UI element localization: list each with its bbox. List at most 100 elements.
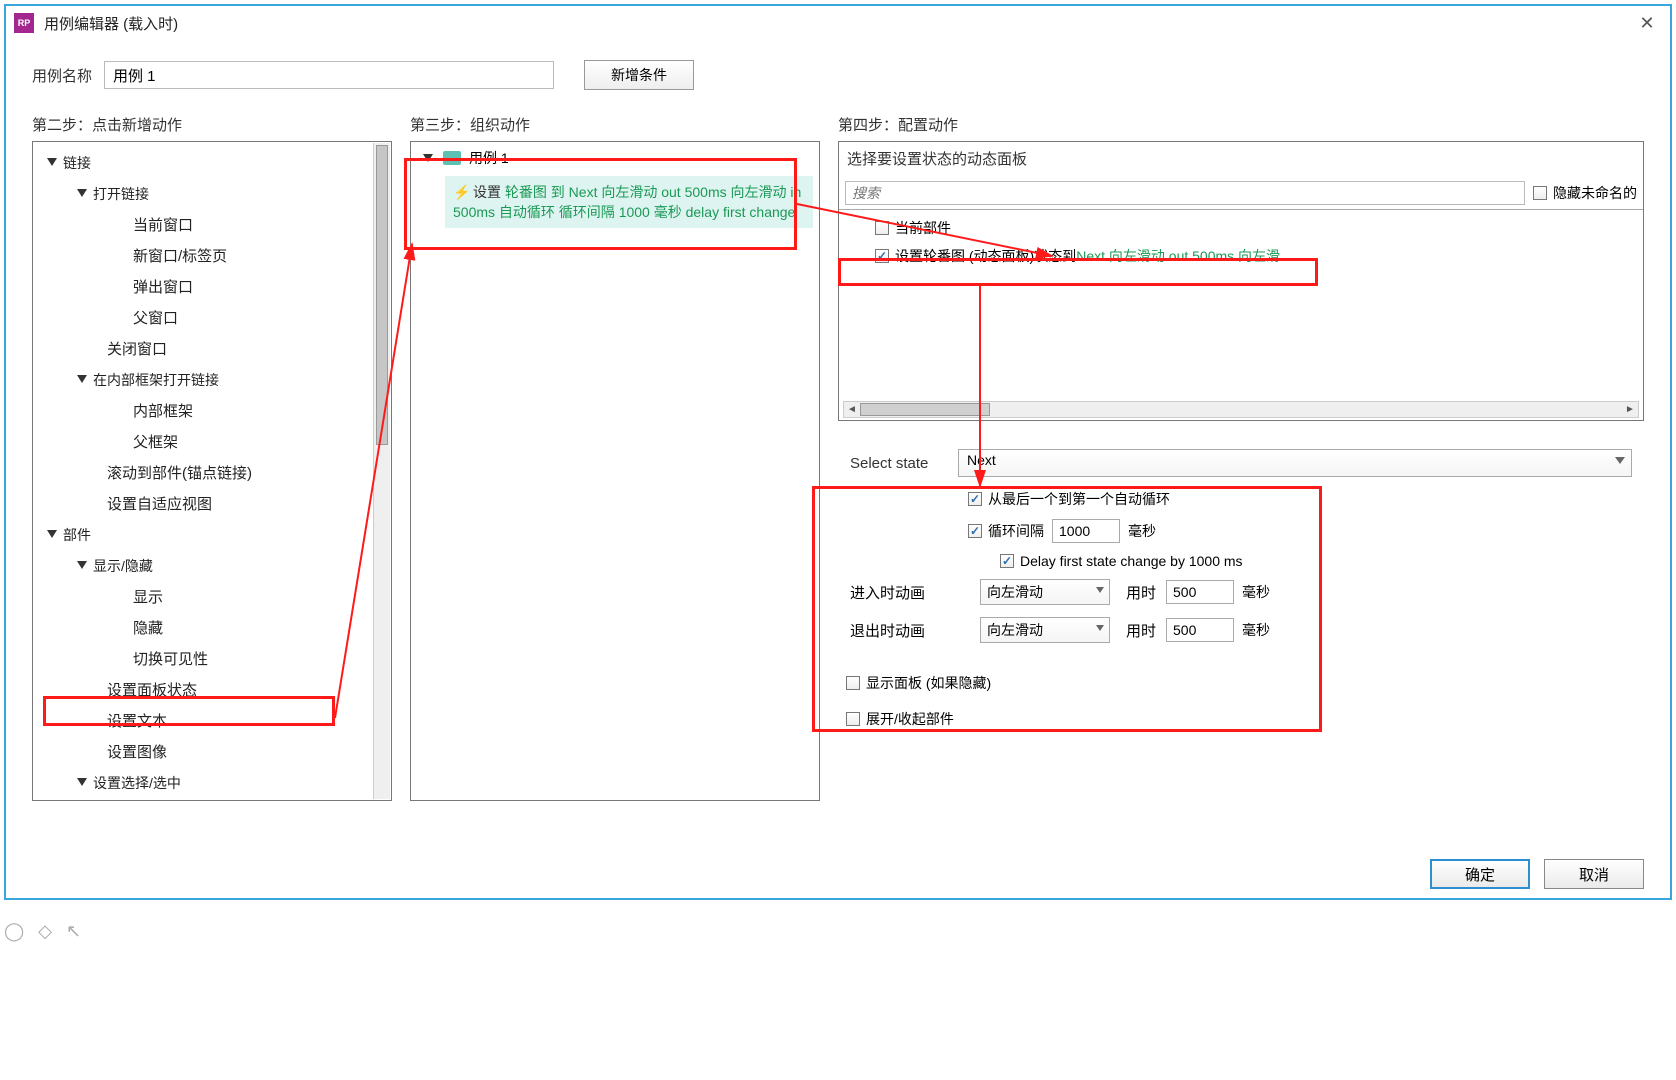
status-icon-1: ◯ — [4, 921, 24, 942]
show-if-hidden-line: 显示面板 (如果隐藏) — [846, 673, 1644, 693]
tree-show[interactable]: 显示 — [37, 582, 387, 613]
caret-down-icon — [47, 158, 57, 166]
chevron-down-icon — [1615, 457, 1625, 464]
row-checkbox[interactable] — [875, 221, 889, 235]
scroll-track[interactable] — [860, 402, 1622, 417]
organize-actions-panel: 用例 1 ⚡设置 轮番图 到 Next 向左滑动 out 500ms 向左滑动 … — [410, 141, 820, 801]
tree-set-selected[interactable]: 设置选择/选中 — [37, 768, 387, 799]
tree-set-panel-state[interactable]: 设置面板状态 — [37, 675, 387, 706]
tree-parent-frame[interactable]: 父框架 — [37, 427, 387, 458]
app-icon: RP — [14, 13, 34, 33]
dialog-window: RP 用例编辑器 (载入时) ✕ 用例名称 新增条件 第二步：点击新增动作 链接… — [4, 4, 1672, 900]
tree-current-window[interactable]: 当前窗口 — [37, 210, 387, 241]
search-input[interactable] — [845, 181, 1525, 205]
config-box: Select state Next 从最后一个到第一个自动循环 循环间隔 — [838, 439, 1644, 667]
tree-set-text[interactable]: 设置文本 — [37, 706, 387, 737]
time-out-label: 用时 — [1126, 620, 1156, 641]
close-icon[interactable]: ✕ — [1632, 13, 1662, 34]
scrollbar-thumb[interactable] — [376, 145, 388, 445]
animate-out-label: 退出时动画 — [850, 620, 980, 641]
scroll-right-icon[interactable]: ► — [1622, 402, 1638, 417]
panel-list-wrap: 选择要设置状态的动态面板 隐藏未命名的 当前部件 设置轮番图 ( — [838, 141, 1644, 421]
bolt-icon: ⚡ — [453, 182, 467, 202]
panel-heading: 选择要设置状态的动态面板 — [839, 142, 1643, 173]
step4-column: 第四步：配置动作 选择要设置状态的动态面板 隐藏未命名的 当前部件 — [838, 114, 1644, 801]
caret-down-icon — [77, 561, 87, 569]
ok-button[interactable]: 确定 — [1430, 859, 1530, 889]
case-label: 用例 1 — [469, 148, 509, 168]
wrap-checkbox-line: 从最后一个到第一个自动循环 — [968, 489, 1632, 509]
case-row[interactable]: 用例 1 — [411, 142, 819, 174]
tree-set-adaptive-view[interactable]: 设置自适应视图 — [37, 489, 387, 520]
tree-scroll-to-widget[interactable]: 滚动到部件(锚点链接) — [37, 458, 387, 489]
tree-inner-frame[interactable]: 内部框架 — [37, 396, 387, 427]
actions-tree-panel: 链接 打开链接 当前窗口 新窗口/标签页 弹出窗口 父窗口 关闭窗口 在内部框架… — [32, 141, 392, 801]
action-text: ⚡设置 轮番图 到 Next 向左滑动 out 500ms 向左滑动 in 50… — [453, 182, 805, 222]
hide-unnamed-checkbox[interactable] — [1533, 186, 1547, 200]
animate-in-label: 进入时动画 — [850, 582, 980, 603]
step3-label: 第三步：组织动作 — [410, 114, 820, 135]
case-name-input[interactable] — [104, 61, 554, 89]
select-state-row: Select state Next — [850, 449, 1632, 477]
tree-show-hide[interactable]: 显示/隐藏 — [37, 551, 387, 582]
tree-hide[interactable]: 隐藏 — [37, 613, 387, 644]
caret-down-icon — [77, 778, 87, 786]
animate-out-row: 退出时动画 向左滑动 用时 毫秒 — [850, 617, 1632, 643]
step3-column: 第三步：组织动作 用例 1 ⚡设置 轮番图 到 Next 向左滑动 out 50… — [410, 114, 820, 801]
select-state-dropdown[interactable]: Next — [958, 449, 1632, 477]
chevron-down-icon — [1096, 587, 1104, 593]
tree-toggle-visibility[interactable]: 切换可见性 — [37, 644, 387, 675]
scroll-thumb[interactable] — [860, 403, 990, 416]
select-state-label: Select state — [850, 455, 958, 472]
scroll-left-icon[interactable]: ◄ — [844, 402, 860, 417]
case-name-row: 用例名称 新增条件 — [32, 60, 1644, 90]
expand-collapse-checkbox[interactable] — [846, 712, 860, 726]
wrap-checkbox[interactable] — [968, 492, 982, 506]
tree-widgets[interactable]: 部件 — [37, 520, 387, 551]
step2-label: 第二步：点击新增动作 — [32, 114, 392, 135]
delay-checkbox-line: Delay first state change by 1000 ms — [1000, 553, 1632, 569]
tree-parent-window[interactable]: 父窗口 — [37, 303, 387, 334]
steps-row: 第二步：点击新增动作 链接 打开链接 当前窗口 新窗口/标签页 弹出窗口 父窗口… — [32, 114, 1644, 801]
actions-tree: 链接 打开链接 当前窗口 新窗口/标签页 弹出窗口 父窗口 关闭窗口 在内部框架… — [33, 142, 391, 805]
step4-label: 第四步：配置动作 — [838, 114, 1644, 135]
action-block[interactable]: ⚡设置 轮番图 到 Next 向左滑动 out 500ms 向左滑动 in 50… — [445, 176, 813, 228]
tree-new-window-tab[interactable]: 新窗口/标签页 — [37, 241, 387, 272]
status-icon-2: ◇ — [38, 921, 52, 942]
caret-down-icon — [423, 154, 433, 162]
tree-open-link[interactable]: 打开链接 — [37, 179, 387, 210]
caret-down-icon — [47, 530, 57, 538]
animate-in-row: 进入时动画 向左滑动 用时 毫秒 — [850, 579, 1632, 605]
animate-out-dropdown[interactable]: 向左滑动 — [980, 617, 1110, 643]
tree-close-window[interactable]: 关闭窗口 — [37, 334, 387, 365]
show-if-hidden-checkbox[interactable] — [846, 676, 860, 690]
case-icon — [443, 151, 461, 165]
time-in-input[interactable] — [1166, 580, 1234, 604]
hide-unnamed-label: 隐藏未命名的 — [1553, 183, 1637, 203]
caret-down-icon — [77, 375, 87, 383]
tree-set-image[interactable]: 设置图像 — [37, 737, 387, 768]
panel-list-body: 当前部件 设置轮番图 (动态面板)状态到 Next 向左滑动 out 500ms… — [839, 210, 1643, 420]
delay-checkbox[interactable] — [1000, 554, 1014, 568]
add-condition-button[interactable]: 新增条件 — [584, 60, 694, 90]
content-area: 用例名称 新增条件 第二步：点击新增动作 链接 打开链接 当前窗口 新窗口/标签… — [6, 40, 1670, 850]
time-in-label: 用时 — [1126, 582, 1156, 603]
window-title: 用例编辑器 (载入时) — [44, 13, 1632, 34]
animate-in-dropdown[interactable]: 向左滑动 — [980, 579, 1110, 605]
time-out-input[interactable] — [1166, 618, 1234, 642]
panel-row-carousel[interactable]: 设置轮番图 (动态面板)状态到 Next 向左滑动 out 500ms 向左滑 — [839, 242, 1643, 270]
chevron-down-icon — [1096, 625, 1104, 631]
step2-column: 第二步：点击新增动作 链接 打开链接 当前窗口 新窗口/标签页 弹出窗口 父窗口… — [32, 114, 392, 801]
tree-links[interactable]: 链接 — [37, 148, 387, 179]
cancel-button[interactable]: 取消 — [1544, 859, 1644, 889]
repeat-checkbox[interactable] — [968, 524, 982, 538]
tree-open-in-frame[interactable]: 在内部框架打开链接 — [37, 365, 387, 396]
tree-popup-window[interactable]: 弹出窗口 — [37, 272, 387, 303]
cursor-icon: ↖ — [66, 921, 81, 942]
panel-row-current[interactable]: 当前部件 — [839, 214, 1643, 242]
case-name-label: 用例名称 — [32, 65, 92, 86]
vertical-scrollbar[interactable] — [373, 143, 390, 799]
repeat-interval-input[interactable] — [1052, 519, 1120, 543]
horizontal-scrollbar[interactable]: ◄ ► — [843, 401, 1639, 418]
row-checkbox-checked[interactable] — [875, 249, 889, 263]
